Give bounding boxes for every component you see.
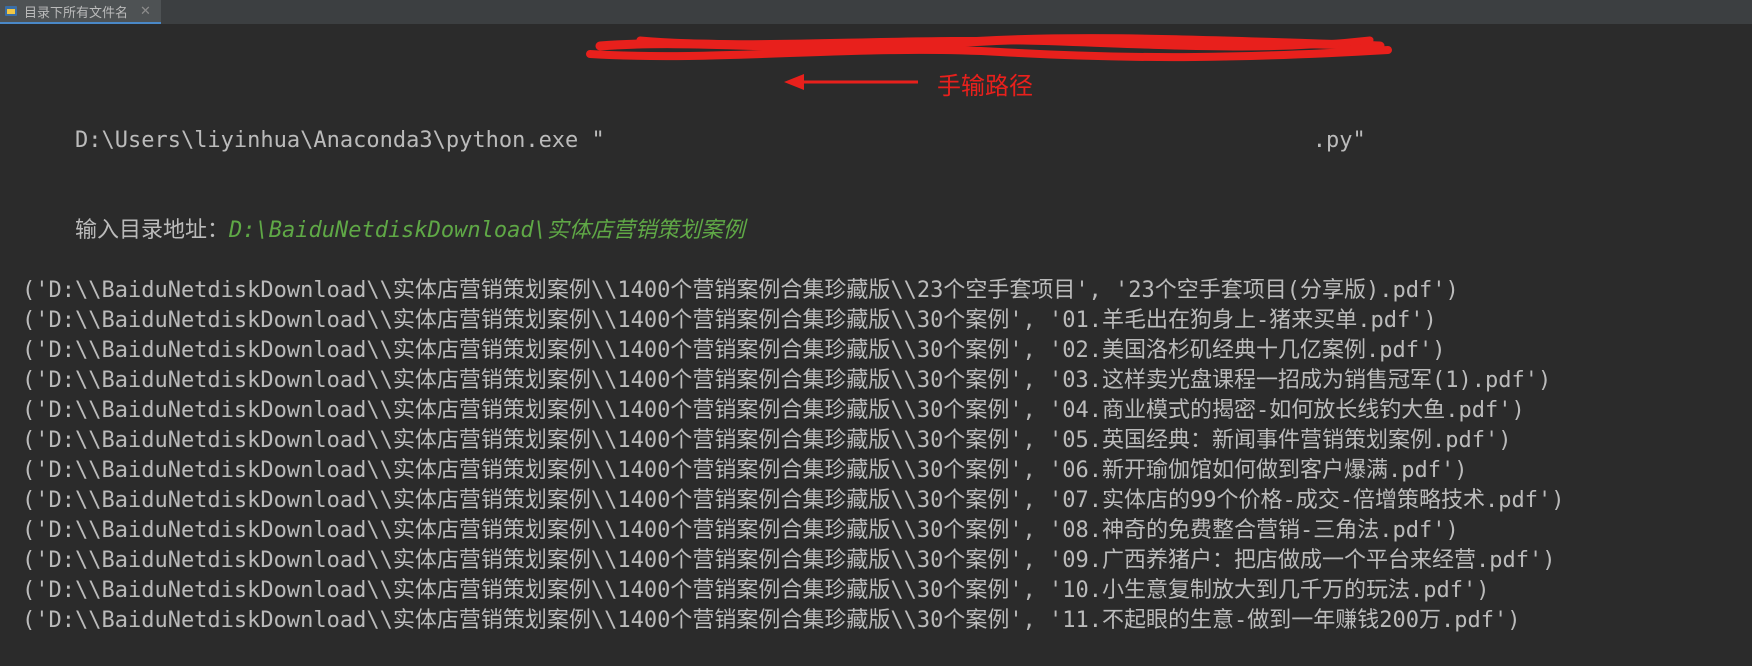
tab-bar: 目录下所有文件名 ✕ (0, 0, 1752, 25)
tab-bar-empty (161, 0, 1752, 24)
close-icon[interactable]: ✕ (140, 4, 151, 19)
python-console-icon (4, 4, 18, 18)
console-output[interactable]: D:\Users\liyinhua\Anaconda3\python.exe "… (22, 36, 1752, 666)
output-line: ('D:\\BaiduNetdiskDownload\\实体店营销策划案例\\1… (22, 428, 1512, 453)
output-line: ('D:\\BaiduNetdiskDownload\\实体店营销策划案例\\1… (22, 368, 1552, 393)
tab-title: 目录下所有文件名 (24, 5, 129, 21)
output-line: ('D:\\BaiduNetdiskDownload\\实体店营销策划案例\\1… (22, 338, 1446, 363)
output-line: ('D:\\BaiduNetdiskDownload\\实体店营销策划案例\\1… (22, 308, 1437, 333)
output-lines: ('D:\\BaiduNetdiskDownload\\实体店营销策划案例\\1… (22, 276, 1752, 636)
output-line: ('D:\\BaiduNetdiskDownload\\实体店营销策划案例\\1… (22, 548, 1556, 573)
prompt-value[interactable]: D:\BaiduNetdiskDownload\实体店营销策划案例 (229, 218, 745, 243)
prompt-label: 输入目录地址： (74, 218, 229, 243)
run-tab[interactable]: 目录下所有文件名 ✕ (0, 0, 161, 24)
prompt-line: 输入目录地址：D:\BaiduNetdiskDownload\实体店营销策划案例 (22, 186, 1752, 243)
output-line: ('D:\\BaiduNetdiskDownload\\实体店营销策划案例\\1… (22, 458, 1468, 483)
command-suffix: .py" (1312, 128, 1366, 153)
output-line: ('D:\\BaiduNetdiskDownload\\实体店营销策划案例\\1… (22, 398, 1525, 423)
output-line: ('D:\\BaiduNetdiskDownload\\实体店营销策划案例\\1… (22, 608, 1521, 633)
command-prefix: D:\Users\liyinhua\Anaconda3\python.exe " (74, 128, 605, 153)
output-line: ('D:\\BaiduNetdiskDownload\\实体店营销策划案例\\1… (22, 578, 1490, 603)
annotation-label: 手输路径 (937, 72, 1033, 100)
output-line: ('D:\\BaiduNetdiskDownload\\实体店营销策划案例\\1… (22, 278, 1459, 303)
command-line: D:\Users\liyinhua\Anaconda3\python.exe "… (22, 96, 1752, 153)
output-line: ('D:\\BaiduNetdiskDownload\\实体店营销策划案例\\1… (22, 488, 1565, 513)
output-line: ('D:\\BaiduNetdiskDownload\\实体店营销策划案例\\1… (22, 518, 1459, 543)
